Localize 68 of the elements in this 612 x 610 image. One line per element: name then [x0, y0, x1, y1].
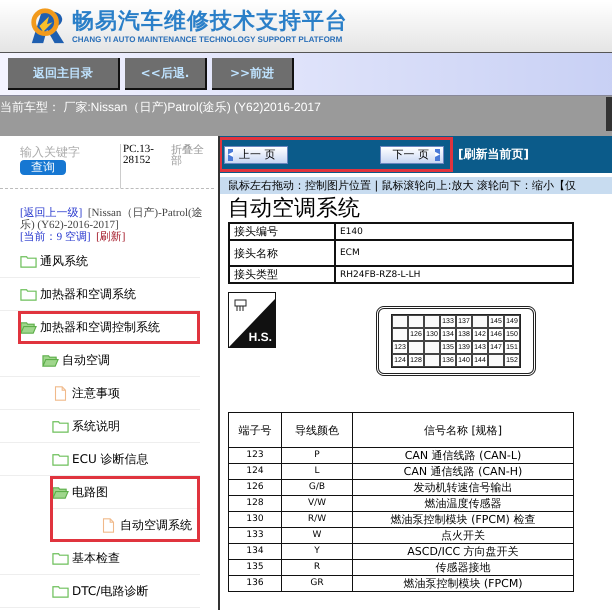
table-cell: ASCD/ICC 方向盘开关 — [352, 544, 574, 560]
table-cell: GR — [282, 576, 352, 592]
search-button[interactable]: 查询 — [20, 160, 66, 175]
tree-item[interactable]: 系统说明 — [0, 410, 200, 443]
tree-item[interactable]: 自动空调系统 — [50, 509, 200, 542]
nav-button[interactable]: 返回主目录 — [8, 58, 120, 90]
tree-item[interactable]: ECU 诊断信息 — [0, 443, 200, 476]
column-header: 端子号 — [228, 412, 282, 448]
table-cell: CAN 通信线路 (CAN-L) — [352, 448, 574, 464]
table-cell: 接头名称 — [229, 240, 335, 266]
next-page-button[interactable]: 下一 页 ▸ — [380, 146, 444, 164]
table-cell: ECM — [335, 240, 573, 266]
table-cell: 燃油泵控制模块 (FPCM) — [352, 576, 574, 592]
table-cell: 135 — [228, 560, 282, 576]
table-cell: RH24FB-RZ8-L-LH — [335, 266, 573, 283]
table-cell: CAN 通信线路 (CAN-H) — [352, 464, 574, 480]
document-title: 自动空调系统 — [228, 196, 361, 222]
back-link[interactable]: [返回上一级] — [20, 207, 82, 219]
column-header: 导线颜色 — [282, 412, 352, 448]
table-cell: 传感器接地 — [352, 560, 574, 576]
table-cell: Y — [282, 544, 352, 560]
table-cell: R — [282, 560, 352, 576]
table-cell: V/W — [282, 496, 352, 512]
code-text: PC.13-28152 — [120, 144, 171, 188]
scrollbar[interactable] — [606, 97, 612, 131]
table-cell: E140 — [335, 223, 573, 240]
table-cell: R/W — [282, 512, 352, 528]
tree-item[interactable]: 自动空调 — [0, 344, 200, 377]
tree-item[interactable]: 注意事项 — [0, 377, 200, 410]
tree-item[interactable]: 通风系统 — [0, 245, 200, 278]
current-vehicle: 当前车型： 厂家:Nissan（日产)Patrol(途乐) (Y62)2016-2017 — [0, 100, 321, 114]
table-cell: P — [282, 448, 352, 464]
table-cell: 接头类型 — [229, 266, 335, 283]
tree-item[interactable]: 电路图 — [50, 476, 200, 509]
table-cell: 123 — [228, 448, 282, 464]
table-cell: L — [282, 464, 352, 480]
harness-side-badge: H.S. — [228, 292, 276, 348]
tree-item[interactable]: 加热器和空调系统 — [0, 278, 200, 311]
document-icon — [100, 518, 117, 532]
nav-button[interactable]: <<后退. — [125, 58, 207, 90]
refresh-page-link[interactable]: [刷新当前页] — [458, 146, 529, 163]
table-cell: 136 — [228, 576, 282, 592]
tree-item[interactable]: DTC/电路诊断 — [0, 575, 200, 608]
tree-item[interactable]: 基本检查 — [0, 542, 200, 575]
table-cell: W — [282, 528, 352, 544]
table-cell: 点火开关 — [352, 528, 574, 544]
site-title: 畅易汽车维修技术支持平台 — [72, 8, 348, 34]
document-icon — [52, 386, 69, 400]
table-cell: 发动机转速信号输出 — [352, 480, 574, 496]
table-cell: 燃油泵控制模块 (FPCM) 检查 — [352, 512, 574, 528]
tree-item[interactable]: 加热器和空调控制系统 — [18, 311, 200, 344]
breadcrumb-text: [返回上一级] [Nissan（日产)-Patrol(途乐) (Y62)-2016-2017] [当前：9 空调] [刷新] — [20, 207, 204, 243]
table-cell: 134 — [228, 544, 282, 560]
hint-text: 鼠标左右拖动：控制图片位置 | 鼠标滚轮向上:放大 滚轮向下：缩小【仅 — [220, 177, 612, 194]
connector-icon — [233, 297, 249, 313]
previous-page-button[interactable]: ◂ 上一 页 — [224, 146, 288, 164]
nav-button[interactable]: >>前进 — [212, 58, 294, 90]
table-cell: 130 — [228, 512, 282, 528]
refresh-link[interactable]: [刷新] — [96, 231, 126, 243]
table-cell: 126 — [228, 480, 282, 496]
table-cell: 124 — [228, 464, 282, 480]
table-cell: 燃油温度传感器 — [352, 496, 574, 512]
site-subtitle: CHANG YI AUTO MAINTENANCE TECHNOLOGY SUPPORT PLATFORM — [72, 34, 344, 44]
column-header: 信号名称 [规格] — [352, 412, 574, 448]
table-cell: 133 — [228, 528, 282, 544]
table-cell: 接头编号 — [229, 223, 335, 240]
table-cell: G/B — [282, 480, 352, 496]
table-cell: 128 — [228, 496, 282, 512]
